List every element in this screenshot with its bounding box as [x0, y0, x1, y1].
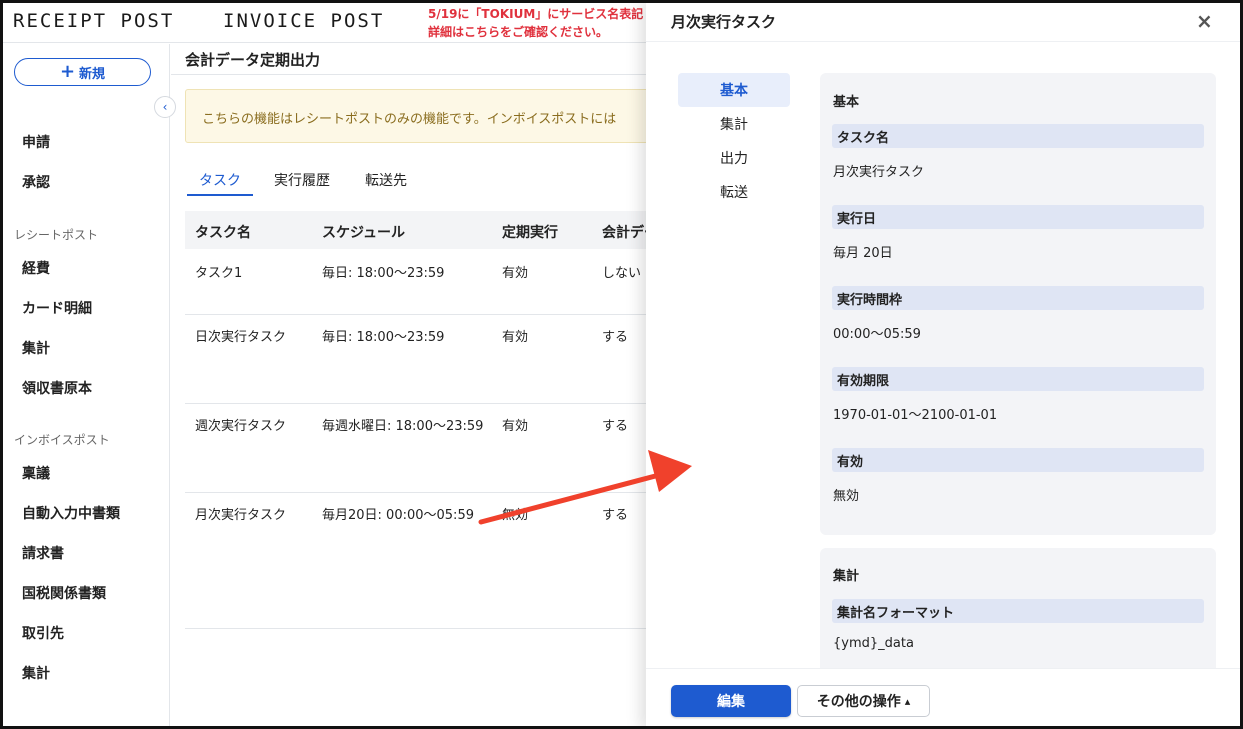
sidebar-item-approval[interactable]: 承認 — [22, 172, 50, 192]
sidebar-item-auto-input[interactable]: 自動入力中書類 — [22, 503, 120, 523]
cell-output: する — [602, 508, 629, 523]
cell-periodic: 無効 — [502, 508, 529, 523]
cell-periodic: 有効 — [502, 330, 529, 345]
sidebar-item-application[interactable]: 申請 — [22, 132, 50, 152]
field-label: タスク名 — [832, 124, 1204, 148]
sidebar-item-suppliers[interactable]: 取引先 — [22, 623, 64, 643]
sidebar-item-tax-documents[interactable]: 国税関係書類 — [22, 583, 106, 603]
sidebar-item-card-statement[interactable]: カード明細 — [22, 298, 92, 318]
collapse-sidebar-button[interactable]: ‹ — [154, 96, 176, 118]
sidebar: + 新規 ‹ 申請 承認 レシートポスト 経費 カード明細 集計 領収書原本 イ… — [3, 44, 176, 726]
field-value: {ymd}_data — [833, 636, 914, 651]
field-value: 00:00〜05:59 — [833, 327, 921, 342]
tab-tasks[interactable]: タスク — [199, 170, 241, 190]
sidebar-item-invoice-aggregate[interactable]: 集計 — [22, 663, 50, 683]
cell-task-name: 週次実行タスク — [195, 419, 287, 434]
notice-line-2[interactable]: 詳細はこちらをご確認ください。 — [428, 23, 643, 41]
aggregate-section: 集計 集計名フォーマット {ymd}_data — [820, 548, 1216, 678]
task-detail-drawer: 月次実行タスク × 基本 集計 出力 転送 基本 タスク名 月次実行タスク 実行… — [646, 3, 1240, 726]
field-value: 月次実行タスク — [833, 165, 925, 180]
cell-schedule: 毎週水曜日: 18:00〜23:59 — [322, 419, 484, 434]
page-title: 会計データ定期出力 — [185, 51, 321, 69]
drawer-title: 月次実行タスク — [671, 13, 777, 31]
cell-schedule: 毎日: 18:00〜23:59 — [322, 330, 445, 345]
cell-periodic: 有効 — [502, 266, 529, 281]
column-header-schedule[interactable]: スケジュール — [322, 222, 405, 242]
field-value: 1970-01-01〜2100-01-01 — [833, 408, 998, 423]
field-value: 毎月 20日 — [833, 246, 893, 261]
column-header-periodic[interactable]: 定期実行 — [502, 222, 558, 242]
drawer-nav-basic[interactable]: 基本 — [678, 73, 790, 107]
section-title: 基本 — [833, 95, 860, 110]
field-label: 実行日 — [832, 205, 1204, 229]
basic-section: 基本 タスク名 月次実行タスク 実行日 毎月 20日 実行時間枠 00:00〜0… — [820, 73, 1216, 535]
sidebar-item-original-receipts[interactable]: 領収書原本 — [22, 378, 92, 398]
chevron-left-icon: ‹ — [162, 100, 168, 114]
cell-periodic: 有効 — [502, 419, 529, 434]
cell-output: する — [602, 330, 629, 345]
cell-task-name: 月次実行タスク — [195, 508, 287, 523]
app-window: RECEIPT POST INVOICE POST 5/19に「TOKIUM」に… — [0, 0, 1243, 729]
close-icon[interactable]: × — [1196, 9, 1213, 33]
tab-destinations[interactable]: 転送先 — [365, 170, 407, 190]
sidebar-item-invoices[interactable]: 請求書 — [22, 543, 64, 563]
field-value: 無効 — [833, 489, 860, 504]
field-label: 有効期限 — [832, 367, 1204, 391]
notice-line-1: 5/19に「TOKIUM」にサービス名表記 — [428, 7, 644, 21]
field-label: 実行時間枠 — [832, 286, 1204, 310]
receipt-post-logo[interactable]: RECEIPT POST — [13, 10, 174, 32]
drawer-nav-output[interactable]: 出力 — [678, 141, 790, 175]
sidebar-item-ringi[interactable]: 稟議 — [22, 463, 50, 483]
active-tab-indicator — [187, 194, 253, 196]
cell-schedule: 毎月20日: 00:00〜05:59 — [322, 508, 474, 523]
tab-history[interactable]: 実行履歴 — [274, 170, 330, 190]
service-notice[interactable]: 5/19に「TOKIUM」にサービス名表記 詳細はこちらをご確認ください。 — [428, 5, 643, 41]
plus-icon: + — [59, 61, 76, 82]
cell-output: する — [602, 419, 629, 434]
other-actions-button[interactable]: その他の操作 ▴ — [797, 685, 930, 717]
field-label: 集計名フォーマット — [832, 599, 1204, 623]
edit-button[interactable]: 編集 — [671, 685, 791, 717]
cell-output: しない — [602, 266, 642, 281]
sidebar-section-receipt: レシートポスト — [14, 228, 99, 242]
sidebar-item-aggregate[interactable]: 集計 — [22, 338, 50, 358]
divider — [646, 41, 1240, 42]
chevron-up-icon: ▴ — [904, 694, 911, 708]
new-button-label: 新規 — [79, 66, 106, 82]
field-label: 有効 — [832, 448, 1204, 472]
cell-schedule: 毎日: 18:00〜23:59 — [322, 266, 445, 281]
other-actions-label: その他の操作 — [816, 694, 901, 710]
sidebar-section-invoice: インボイスポスト — [14, 433, 110, 447]
new-button[interactable]: + 新規 — [14, 58, 151, 86]
sidebar-item-expenses[interactable]: 経費 — [22, 258, 50, 278]
invoice-post-logo[interactable]: INVOICE POST — [223, 10, 384, 32]
column-header-task-name[interactable]: タスク名 — [195, 222, 251, 242]
cell-task-name: タスク1 — [195, 266, 243, 281]
section-title: 集計 — [833, 569, 860, 584]
drawer-nav-transfer[interactable]: 転送 — [678, 175, 790, 209]
drawer-footer: 編集 その他の操作 ▴ — [646, 668, 1240, 726]
drawer-nav-aggregate[interactable]: 集計 — [678, 107, 790, 141]
cell-task-name: 日次実行タスク — [195, 330, 287, 345]
